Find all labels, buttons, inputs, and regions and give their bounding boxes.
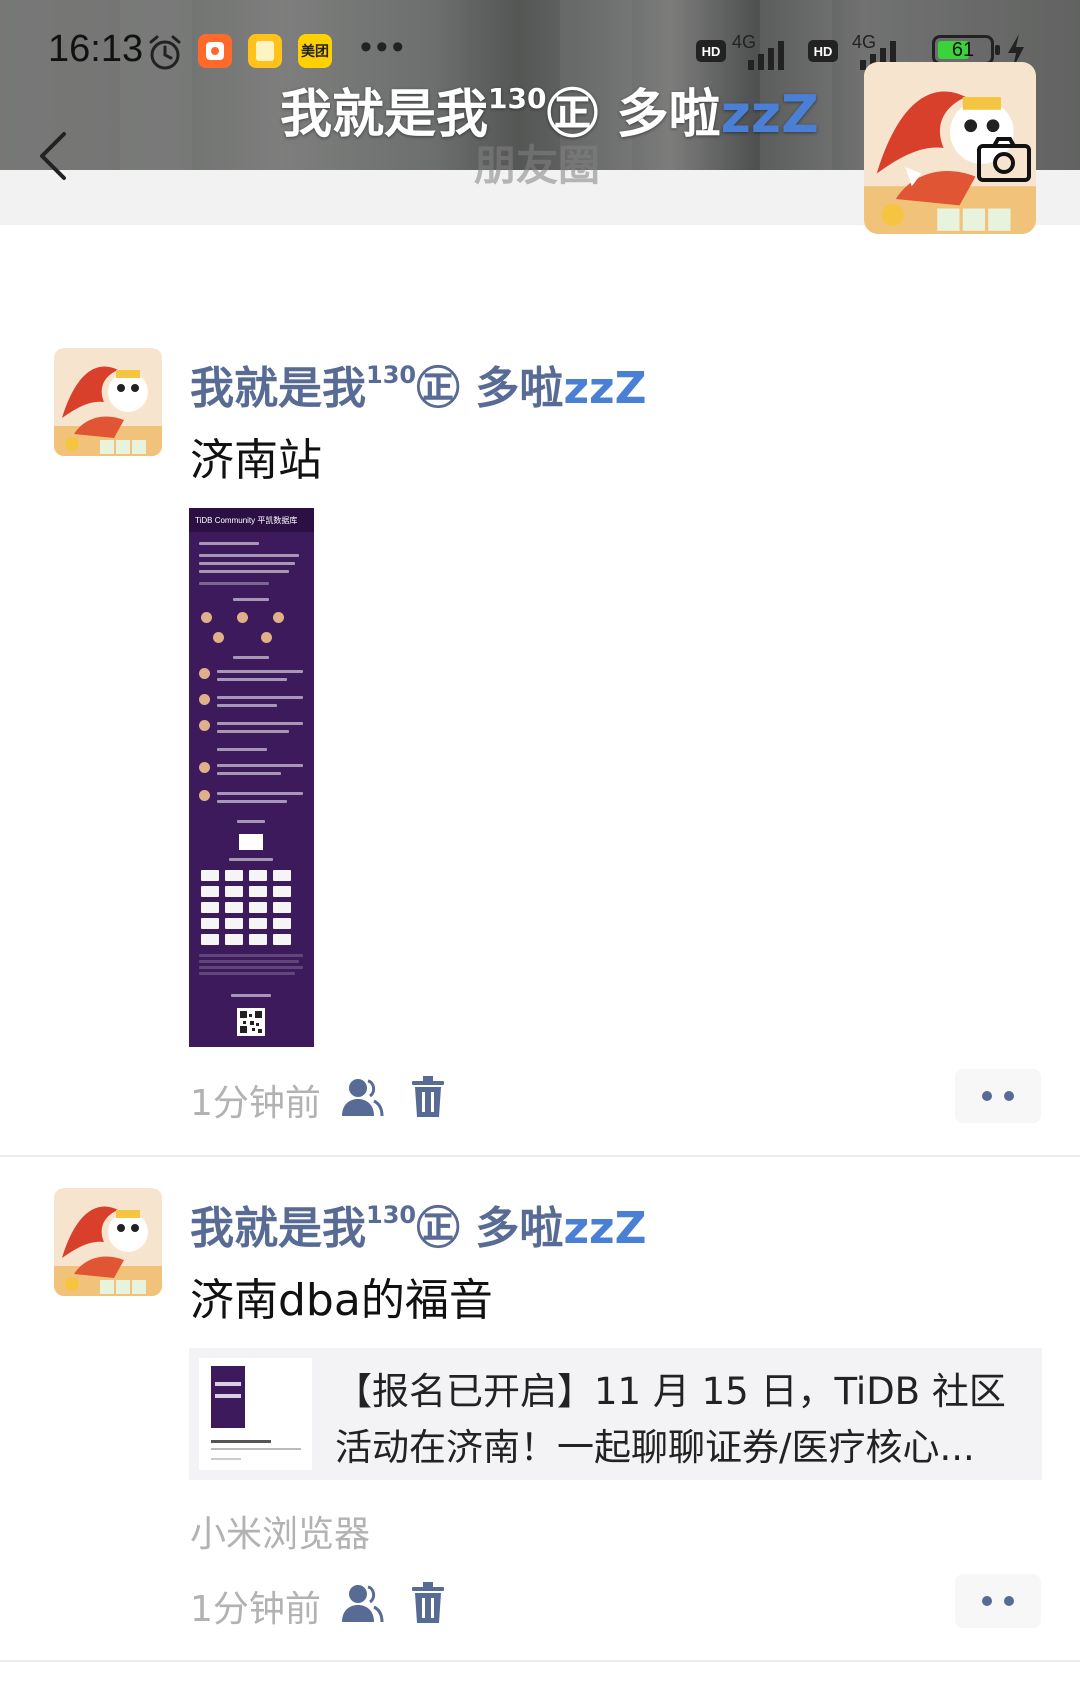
speaker-photo (199, 694, 210, 705)
hd-badge: HD (808, 40, 838, 62)
more-notifications-icon: ••• (360, 28, 408, 66)
speaker-photo (273, 612, 284, 623)
speaker-photo (199, 762, 210, 773)
speaker-photo (199, 790, 210, 801)
post-user-name-text: 我就是我 (190, 1203, 366, 1254)
back-button[interactable] (34, 128, 74, 184)
post-text: 济南站 (190, 435, 322, 486)
speaker-photo (199, 720, 210, 731)
speaker-photo (213, 632, 224, 643)
post-timestamp: 1分钟前 (190, 1083, 321, 1124)
page-title: 朋友圈 (474, 141, 601, 190)
post-divider (0, 1660, 1080, 1662)
post-user-name[interactable]: 我就是我130㊣ 多啦zzZ (190, 1192, 647, 1256)
post-user-name-text: 我就是我 (190, 363, 366, 414)
orange-app-icon (198, 34, 232, 68)
speaker-photo (201, 612, 212, 623)
sleep-zz-icon: zzZ (720, 85, 819, 145)
speaker-photo (261, 632, 272, 643)
alarm-icon (149, 35, 181, 70)
signal-bars-icon (748, 41, 784, 70)
post-divider (0, 1155, 1080, 1157)
battery-icon: 61 (932, 35, 1000, 65)
link-title: 【报名已开启】11 月 15 日，TiDB 社区活动在济南！一起聊聊证券/医疗核… (335, 1370, 1006, 1469)
speaker-photo (199, 668, 210, 679)
moments-page: 16:13 美团 ••• HD 4G HD 4G 61 我就是我130㊣ 多啦z… (0, 0, 1080, 1690)
post-avatar[interactable] (54, 1188, 162, 1296)
sim1-signal: HD 4G (696, 30, 796, 70)
post-more-button[interactable] (955, 1069, 1041, 1123)
clock: 16:13 (48, 28, 144, 70)
post-user-name-tail: ㊣ 多啦 (416, 363, 564, 414)
link-thumbnail (199, 1358, 312, 1470)
dragon-avatar-image (54, 1188, 162, 1296)
link-source[interactable]: 小米浏览器 (190, 1505, 370, 1557)
shared-link-card[interactable]: 【报名已开启】11 月 15 日，TiDB 社区活动在济南！一起聊聊证券/医疗核… (189, 1348, 1042, 1480)
meituan-icon: 美团 (298, 34, 332, 68)
battery-level: 61 (951, 38, 975, 61)
camera-icon[interactable] (976, 136, 1032, 184)
post-text: 济南dba的福音 (190, 1275, 493, 1326)
hd-badge: HD (696, 40, 726, 62)
post-more-button[interactable] (955, 1574, 1041, 1628)
post-user-superscript: 130 (366, 361, 417, 389)
delete-icon[interactable] (410, 1076, 446, 1118)
poster-image[interactable]: TiDB Community 平凯数据库 (189, 508, 314, 1047)
post-user-name[interactable]: 我就是我130㊣ 多啦zzZ (190, 352, 647, 416)
speaker-photo (237, 612, 248, 623)
cover-user-superscript: 130 (488, 82, 547, 115)
qr-code (237, 1008, 265, 1036)
post-user-name-tail: ㊣ 多啦 (416, 1203, 564, 1254)
dragon-avatar-image (54, 348, 162, 456)
cover-user-name-text: 我就是我 (280, 85, 489, 145)
sponsor-logo (239, 834, 263, 850)
post-timestamp: 1分钟前 (190, 1589, 321, 1630)
visible-to-group-icon[interactable] (338, 1076, 384, 1118)
yellow-notes-icon (248, 34, 282, 68)
sleep-zz-icon: zzZ (563, 1203, 647, 1254)
post-avatar[interactable] (54, 348, 162, 456)
post-user-superscript: 130 (366, 1201, 417, 1229)
delete-icon[interactable] (410, 1582, 446, 1624)
visible-to-group-icon[interactable] (338, 1582, 384, 1624)
poster-header: TiDB Community 平凯数据库 (189, 508, 314, 532)
sleep-zz-icon: zzZ (563, 363, 647, 414)
